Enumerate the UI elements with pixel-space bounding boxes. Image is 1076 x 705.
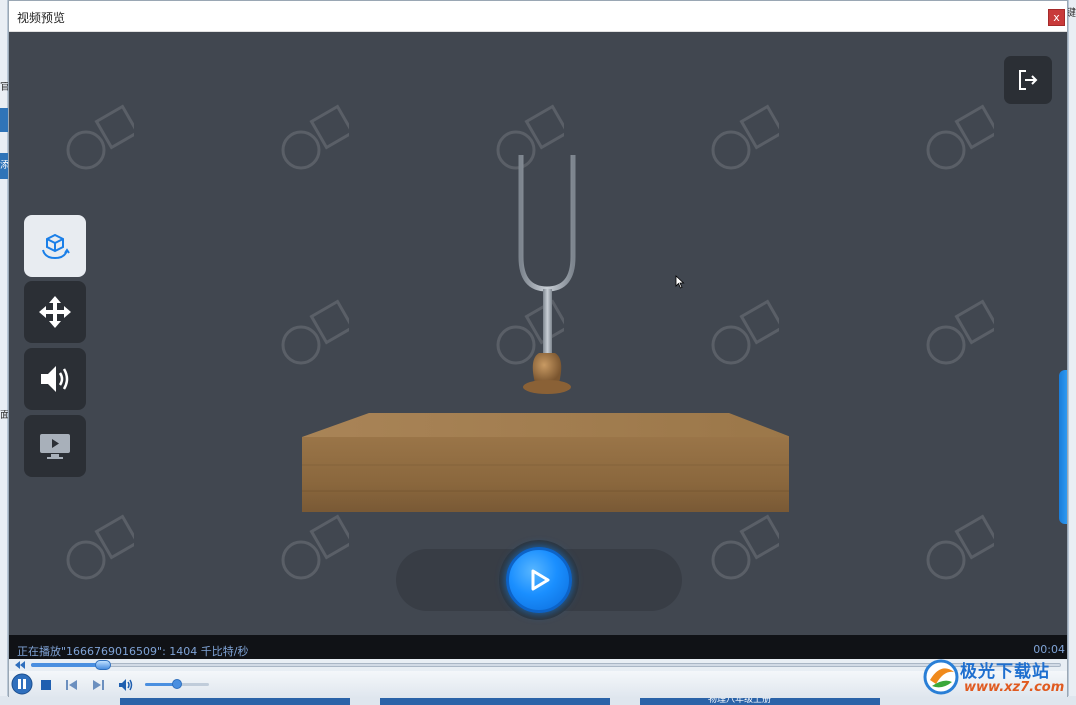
playback-time: 00:04 (1033, 643, 1065, 656)
sound-button[interactable] (24, 348, 86, 410)
pause-icon (11, 673, 33, 695)
watermark-icon (281, 514, 349, 580)
rotate-view-button[interactable] (24, 215, 86, 277)
next-icon (93, 680, 104, 690)
player-status-bar: 正在播放"1666769016509": 1404 千比特/秒 00:04 (9, 635, 1067, 659)
cube-rotate-icon (42, 233, 70, 260)
background-text: 官 (0, 82, 8, 93)
speaker-icon (41, 366, 69, 392)
exit-icon (1019, 70, 1038, 90)
background-tile (380, 697, 610, 705)
site-watermark-url: www.xz7.com (964, 680, 1065, 695)
background-left-strip: 官 添 面 (0, 0, 8, 705)
watermark-icon (926, 104, 994, 170)
play-icon (531, 569, 550, 591)
player-controls (9, 671, 1067, 698)
screen-button[interactable] (24, 415, 86, 477)
window-title: 视频预览 (17, 11, 66, 25)
watermark-icon (66, 514, 134, 580)
mouse-cursor-icon (675, 275, 685, 289)
site-watermark: 极光下载站 www.xz7.com (922, 656, 1072, 698)
video-preview-window: 视频预览 x 正在播放"1666769016509": 1404 千比特/秒 0… (8, 0, 1068, 698)
play-button[interactable] (499, 540, 579, 620)
previous-icon (66, 680, 77, 690)
rewind-icon[interactable] (13, 660, 27, 670)
background-right-strip: 键 (1066, 0, 1076, 705)
seek-track[interactable] (31, 663, 1061, 667)
volume-icon (119, 679, 133, 691)
pause-button[interactable] (11, 673, 33, 695)
seek-progress (31, 663, 104, 667)
move-button[interactable] (24, 281, 86, 343)
seek-thumb[interactable] (95, 660, 112, 670)
side-panel-handle[interactable] (1059, 370, 1067, 524)
video-area[interactable] (9, 32, 1067, 635)
previous-button[interactable] (65, 675, 79, 695)
tuning-fork-model[interactable] (289, 147, 789, 512)
title-bar[interactable]: 视频预览 x (9, 1, 1067, 32)
watermark-icon (66, 104, 134, 170)
background-tile (120, 697, 350, 705)
move-arrows-icon (39, 296, 71, 328)
background-text: 面 (0, 410, 8, 421)
seek-row (9, 659, 1067, 671)
next-button[interactable] (91, 675, 105, 695)
play-button-face (506, 547, 572, 613)
volume-button[interactable] (117, 675, 135, 695)
monitor-play-icon (40, 434, 70, 459)
watermark-icon (926, 299, 994, 365)
jiguang-logo-icon (923, 659, 959, 695)
site-watermark-title: 极光下载站 (960, 662, 1050, 682)
watermark-icon (926, 514, 994, 580)
playback-status: 正在播放"1666769016509": 1404 千比特/秒 (17, 645, 249, 658)
background-band (0, 108, 8, 132)
stop-button[interactable] (39, 675, 53, 695)
close-button[interactable]: x (1048, 9, 1065, 26)
watermark-icon (711, 514, 779, 580)
stop-icon (41, 680, 51, 690)
background-text: 添 (0, 160, 8, 171)
exit-button[interactable] (1004, 56, 1052, 104)
volume-thumb[interactable] (172, 679, 182, 689)
